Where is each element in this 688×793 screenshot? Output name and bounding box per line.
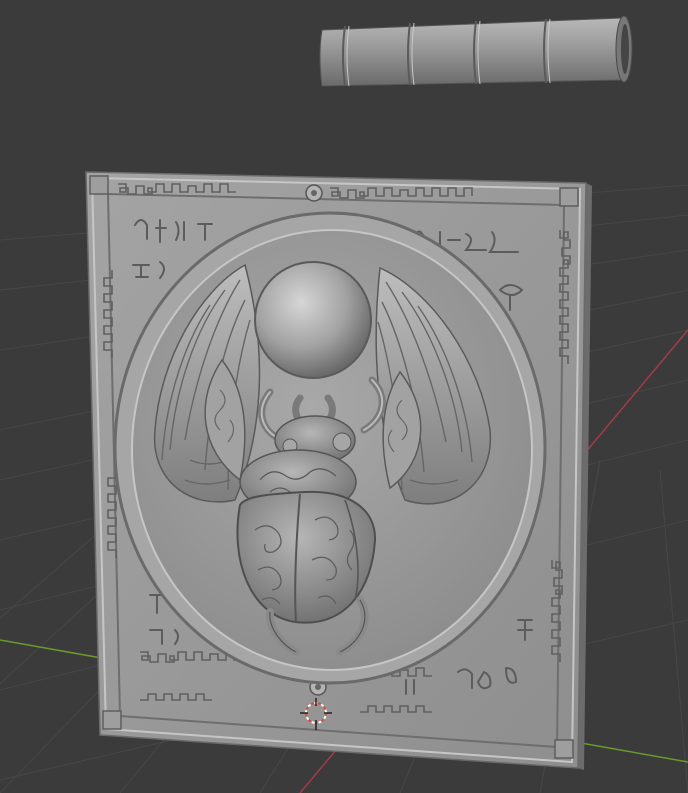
ribbed-cylinder[interactable] [319,15,633,87]
scarab-relief-panel[interactable] [85,171,592,770]
viewport-canvas[interactable] [0,0,688,793]
sun-disc [254,261,372,379]
3d-viewport[interactable] [0,0,688,793]
